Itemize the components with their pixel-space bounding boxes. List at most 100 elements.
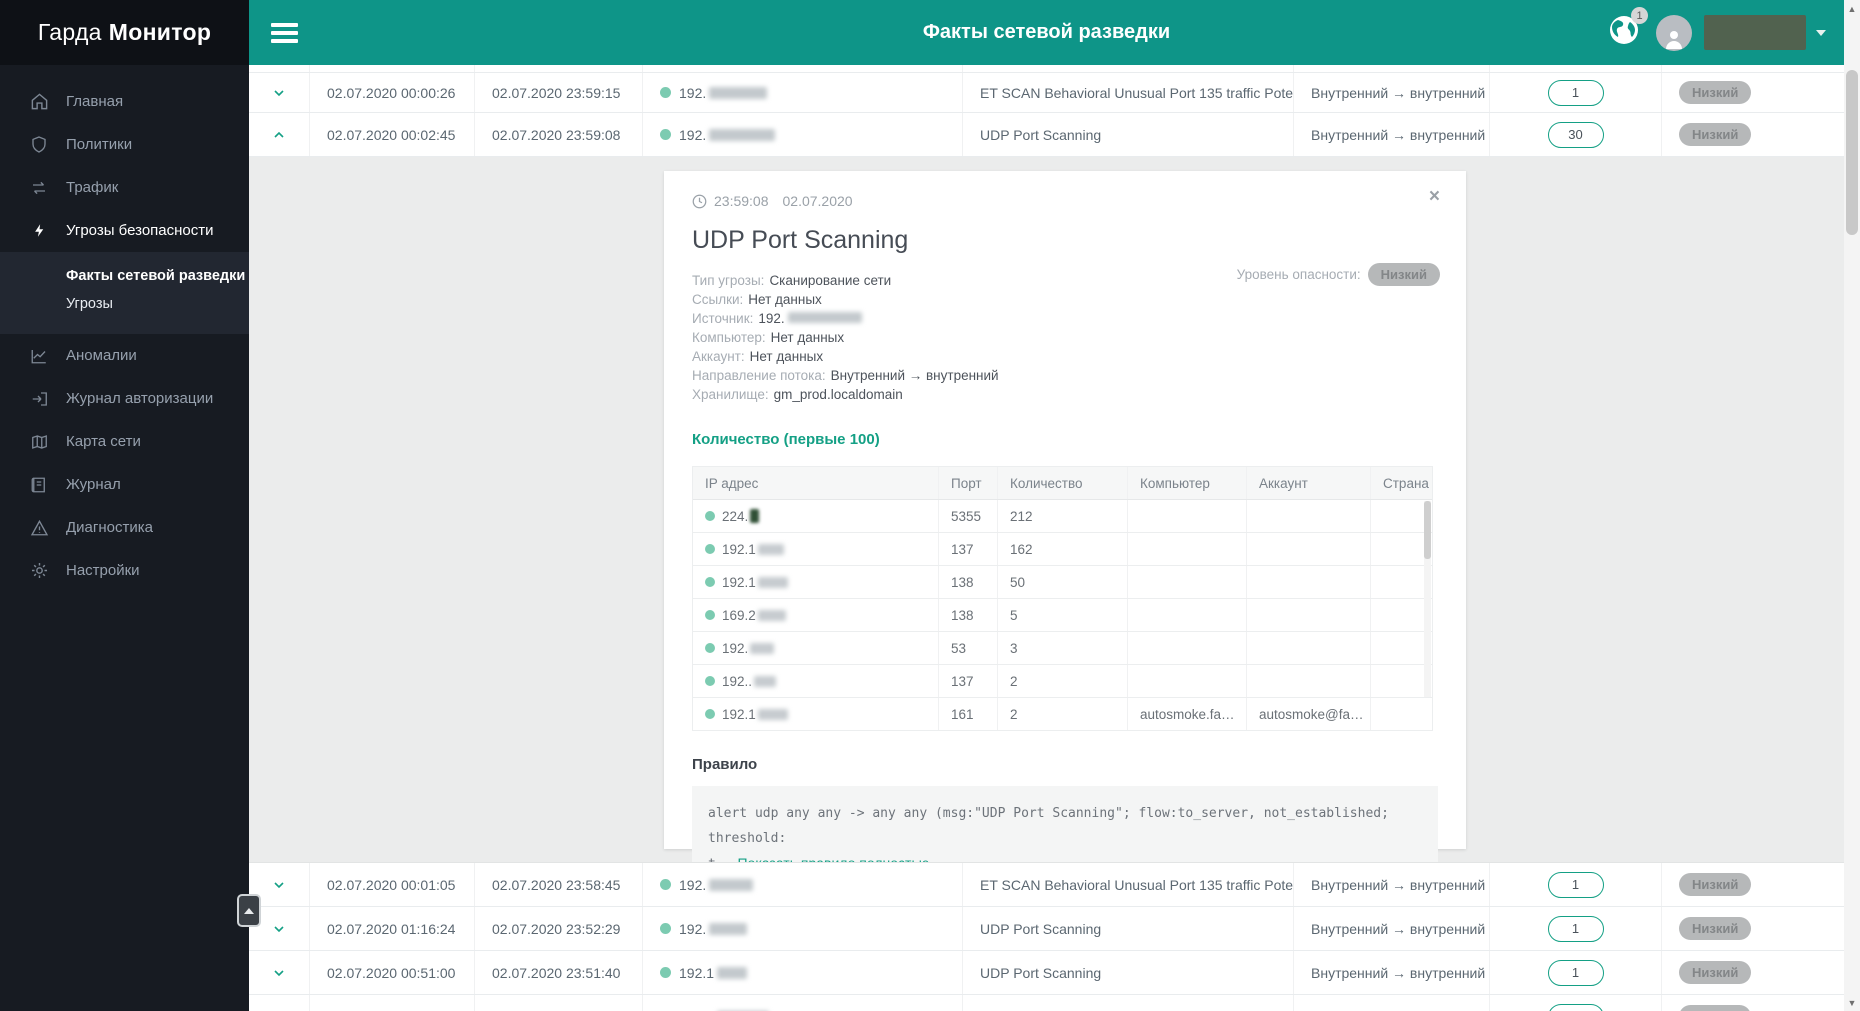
cell-flow-direction: Внутренний → внутренний (1294, 113, 1490, 156)
scrollbar-thumb[interactable] (1846, 70, 1858, 235)
table-row[interactable]: 02.07.2020 00:00:26 02.07.2020 23:59:15 … (249, 73, 1844, 113)
detail-time: 23:59:08 (714, 193, 769, 209)
table-row-expanded[interactable]: 02.07.2020 00:02:45 02.07.2020 23:59:08 … (249, 113, 1844, 157)
sidebar-item-journal[interactable]: Журнал (0, 463, 249, 506)
sidebar-item-label: Журнал авторизации (66, 390, 214, 407)
sidebar-item-label: Политики (66, 136, 133, 153)
cell-start-time: 02.07.2020 01:16:24 (310, 907, 475, 950)
chevron-down-icon[interactable] (1816, 29, 1826, 36)
notification-badge: 1 (1631, 7, 1648, 24)
cell-severity: Низкий (1662, 113, 1844, 156)
table-row[interactable]: 02.07.2020 00:01:05 02.07.2020 23:58:45 … (249, 863, 1844, 907)
cell-end-time: 02.07.2020 23:52:29 (475, 907, 643, 950)
submenu-item-network-recon-facts[interactable]: Факты сетевой разведки (66, 262, 249, 290)
sidebar-item-network-map[interactable]: Карта сети (0, 420, 249, 463)
cell-source-ip: 192.1 (643, 995, 963, 1011)
count-badge: 1 (1547, 915, 1604, 942)
sidebar-item-anomalies[interactable]: Аномалии (0, 334, 249, 377)
rule-text-box: alert udp any any -> any any (msg:"UDP P… (692, 786, 1438, 862)
count-badge: 30 (1547, 121, 1604, 148)
table-row-partial-bottom[interactable]: 02.07.2020 00:51:00 02.07.2020 23:51:40 … (249, 995, 1844, 1011)
user-avatar[interactable] (1656, 14, 1692, 51)
severity-badge: Низкий (1679, 1005, 1752, 1011)
table-row[interactable]: 02.07.2020 01:16:24 02.07.2020 23:52:29 … (249, 907, 1844, 951)
shield-icon (29, 135, 49, 155)
sidebar-item-diagnostics[interactable]: Диагностика (0, 506, 249, 549)
cell-count: 1 (1490, 863, 1662, 906)
count-table-row: 224. 5355 212 (693, 500, 1432, 533)
ip-redaction (709, 86, 768, 99)
detail-meta: 23:59:08 02.07.2020 (692, 193, 1438, 209)
table-row[interactable]: 02.07.2020 00:51:00 02.07.2020 23:51:40 … (249, 951, 1844, 995)
globe-notifications-button[interactable]: 1 (1608, 7, 1648, 51)
scrollbar-up-arrow[interactable]: ▲ (1844, 0, 1860, 17)
threat-detail-card: 23:59:08 02.07.2020 × UDP Port Scanning … (664, 171, 1466, 862)
scrollbar-down-arrow[interactable]: ▼ (1844, 994, 1860, 1011)
cell-severity: Низкий (1662, 951, 1844, 994)
count-badge: 1 (1547, 959, 1604, 986)
count-table-row: 192.. 137 2 (693, 665, 1432, 698)
ip-redaction (717, 966, 748, 979)
cell-count: 1 (1490, 995, 1662, 1011)
cell-flow-direction: Внутренний → внутренний (1294, 73, 1490, 112)
count-table-row: 192.1 138 50 (693, 566, 1432, 599)
cell-flow-direction: Внутренний → внутренний (1294, 863, 1490, 906)
cell-start-time: 02.07.2020 00:51:00 (310, 951, 475, 994)
status-dot (660, 879, 671, 890)
submenu-item-threats[interactable]: Угрозы (66, 290, 249, 318)
expand-row-button[interactable] (249, 995, 310, 1011)
cell-count: 1 (1490, 73, 1662, 112)
ip-redaction (754, 675, 777, 687)
rule-section-title: Правило (692, 756, 758, 773)
sidebar-item-settings[interactable]: Настройки (0, 549, 249, 592)
severity-badge: Низкий (1679, 81, 1752, 104)
app-logo[interactable]: Гарда Монитор (0, 0, 249, 65)
ip-redaction (757, 576, 788, 588)
cell-threat-name: UDP Port Scanning (963, 113, 1294, 156)
collapse-row-button[interactable] (249, 113, 310, 156)
ip-redaction (787, 312, 862, 323)
sidebar-item-label: Диагностика (66, 519, 153, 536)
sign-in-icon (29, 389, 49, 409)
top-header: Факты сетевой разведки 1 (249, 0, 1844, 65)
expand-row-button[interactable] (249, 951, 310, 994)
traffic-arrows-icon (29, 178, 49, 198)
cell-source-ip: 192. (643, 907, 963, 950)
sidebar-item-security-threats[interactable]: Угрозы безопасности (0, 209, 249, 252)
sidebar-nav: Главная Политики Трафик Угрозы безопасно… (0, 65, 249, 592)
cell-threat-name: UDP Port Scanning (963, 995, 1294, 1011)
username-redacted[interactable] (1704, 15, 1806, 50)
table-row-partial-top (249, 65, 1844, 73)
status-dot (660, 923, 671, 934)
status-dot (660, 129, 671, 140)
count-badge: 1 (1547, 79, 1604, 106)
cell-threat-name: UDP Port Scanning (963, 907, 1294, 950)
severity-badge: Низкий (1679, 123, 1752, 146)
brand-regular: Гарда (37, 19, 102, 45)
sidebar-item-auth-log[interactable]: Журнал авторизации (0, 377, 249, 420)
detail-title: UDP Port Scanning (692, 226, 909, 254)
cell-end-time: 02.07.2020 23:51:40 (475, 951, 643, 994)
cell-severity: Низкий (1662, 995, 1844, 1011)
cell-count: 1 (1490, 907, 1662, 950)
sidebar-item-policies[interactable]: Политики (0, 123, 249, 166)
book-icon (29, 475, 49, 495)
page-title: Факты сетевой разведки (922, 21, 1171, 43)
inner-table-scrollbar[interactable] (1424, 501, 1431, 697)
detail-date: 02.07.2020 (782, 193, 853, 209)
header-actions: 1 (1608, 7, 1826, 51)
expand-row-button[interactable] (249, 73, 310, 112)
app-screen: Гарда Монитор Главная Политики Трафик Уг… (0, 0, 1860, 1011)
triangle-up-icon (244, 907, 254, 914)
close-icon[interactable]: × (1429, 187, 1440, 206)
count-table-row: 169.2 138 5 (693, 599, 1432, 632)
sidebar-item-traffic[interactable]: Трафик (0, 166, 249, 209)
detail-severity-line: Уровень опасности: Низкий (1237, 263, 1440, 286)
severity-badge: Низкий (1679, 961, 1752, 984)
page-scrollbar[interactable]: ▲ ▼ (1844, 0, 1860, 1011)
cell-end-time: 02.07.2020 23:51:40 (475, 995, 643, 1011)
severity-badge: Низкий (1367, 263, 1440, 286)
show-full-rule-link[interactable]: Показать правило полностью (737, 855, 930, 862)
sidebar-item-home[interactable]: Главная (0, 80, 249, 123)
scroll-to-top-button[interactable] (237, 894, 261, 927)
